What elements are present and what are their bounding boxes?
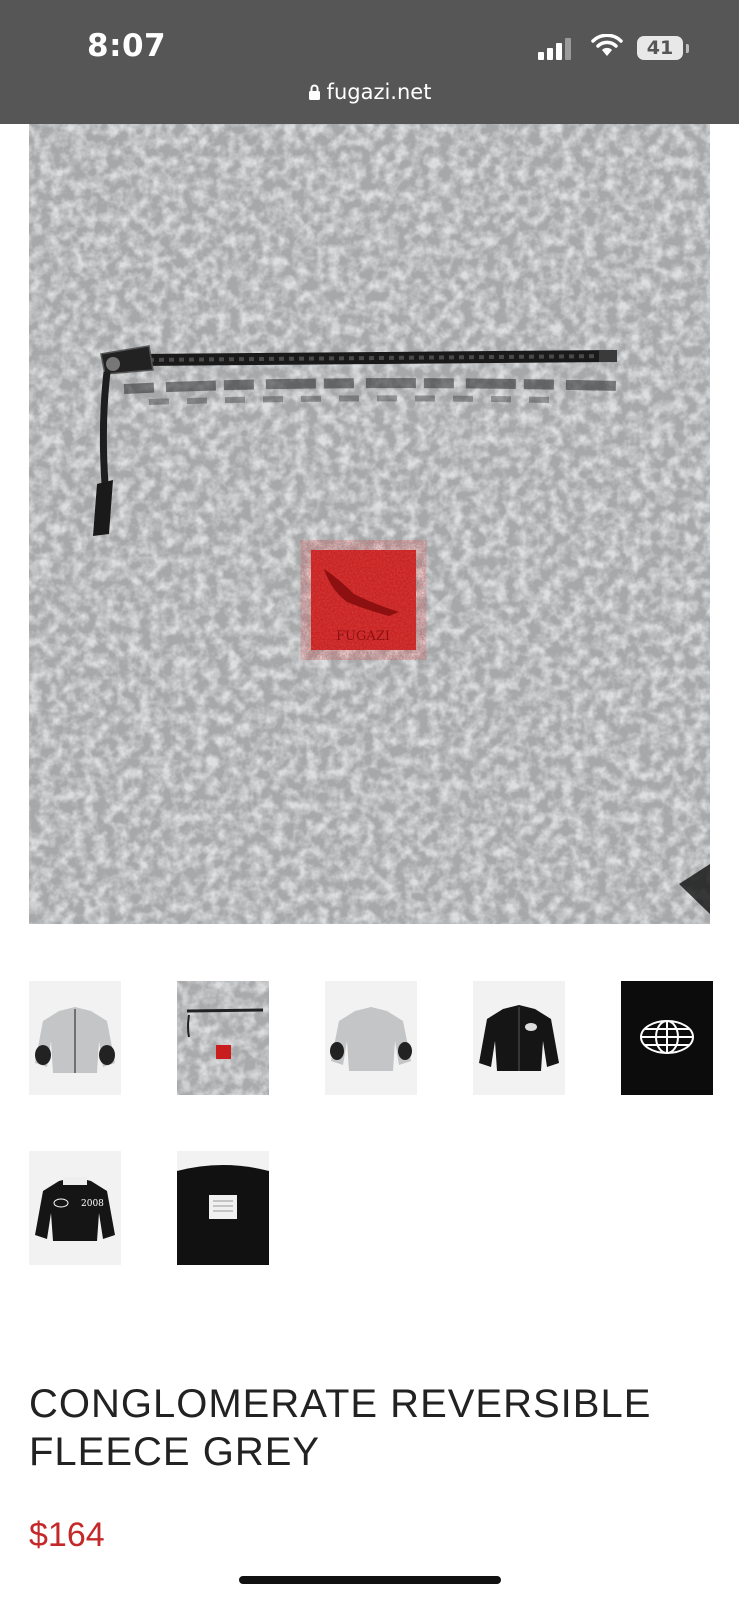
thumbnail-6[interactable]: 2008 (29, 1151, 121, 1265)
battery-level: 41 (646, 37, 674, 59)
black-jacket-2008-thumb: 2008 (29, 1151, 121, 1265)
thumbnail-4[interactable] (473, 981, 565, 1095)
thumbnail-5[interactable] (621, 981, 713, 1095)
home-indicator[interactable] (239, 1576, 501, 1584)
patch-text: FUGAZI (336, 629, 390, 644)
thumbnail-1[interactable] (29, 981, 121, 1095)
grey-jacket-back-thumb (325, 981, 417, 1095)
product-price: $164 (29, 1516, 105, 1554)
grey-jacket-front-thumb (29, 981, 121, 1095)
wifi-icon (591, 34, 623, 56)
fleece-pocket-closeup-image: FUGAZI (29, 124, 710, 924)
globe-logo-thumb (621, 981, 713, 1095)
url-text: fugazi.net (326, 80, 432, 104)
url-bar[interactable]: fugazi.net (0, 80, 739, 104)
thumbnail-2[interactable] (177, 981, 269, 1095)
thumbnail-3[interactable] (325, 981, 417, 1095)
cellular-signal-icon (538, 38, 571, 60)
battery-tip (686, 44, 689, 53)
browser-top-bar: 8:07 41 fugazi.net (0, 0, 739, 124)
lock-icon (308, 84, 320, 100)
product-title: CONGLOMERATE REVERSIBLE FLEECE GREY (29, 1382, 652, 1474)
main-product-image[interactable]: FUGAZI (29, 124, 710, 924)
black-jacket-back-label-thumb (177, 1151, 269, 1265)
fleece-pocket-closeup-thumb (177, 981, 269, 1095)
red-logo-patch: FUGAZI (311, 550, 416, 650)
black-jacket-front-thumb (473, 981, 565, 1095)
thumb-2008-text: 2008 (81, 1199, 104, 1209)
status-time: 8:07 (87, 28, 167, 64)
battery-icon: 41 (637, 36, 683, 60)
thumbnail-7[interactable] (177, 1151, 269, 1265)
